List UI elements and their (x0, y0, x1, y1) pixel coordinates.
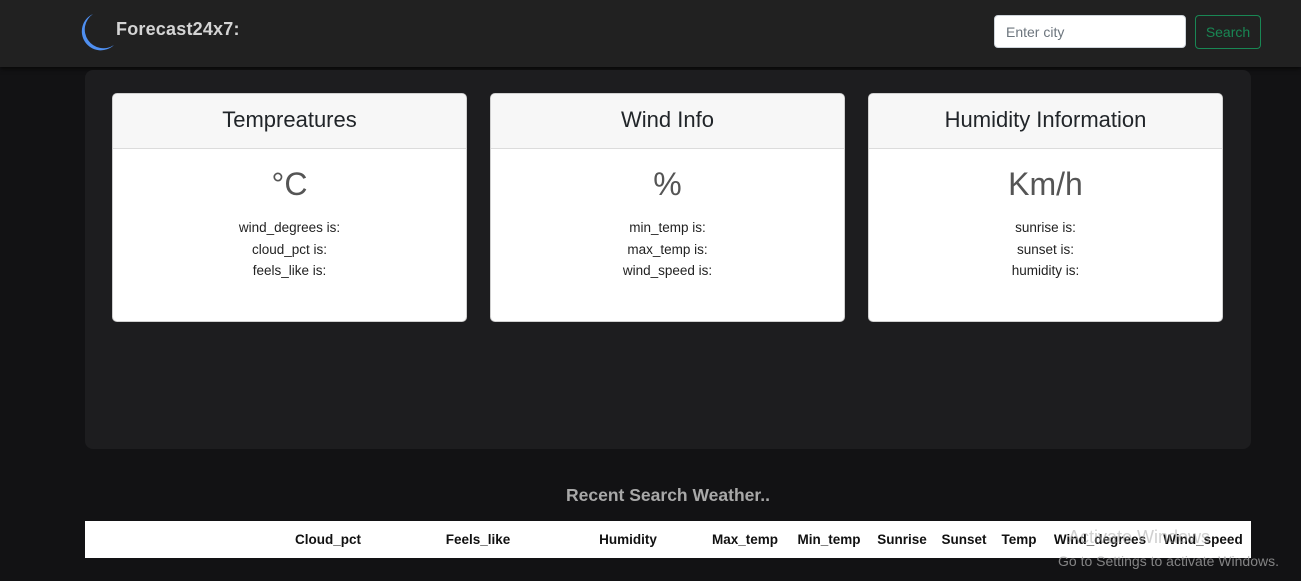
card-title: Humidity Information (869, 94, 1222, 149)
column-header-humidity: Humidity (599, 532, 657, 547)
card-line: wind_speed is: (622, 263, 713, 278)
card-line: min_temp is: (629, 220, 706, 235)
column-header-cloud-pct: Cloud_pct (295, 532, 361, 547)
card-line: humidity is: (1011, 263, 1080, 278)
column-header-max-temp: Max_temp (711, 532, 779, 547)
card-title: Wind Info (491, 94, 844, 149)
card-title: Tempreatures (113, 94, 466, 149)
column-header-min-temp: Min_temp (797, 532, 861, 547)
temperatures-card: Tempreatures °C wind_degrees is: cloud_p… (112, 93, 467, 322)
column-header-temp: Temp (1001, 532, 1037, 547)
card-line: max_temp is: (627, 241, 708, 257)
card-line: cloud_pct is: (251, 241, 328, 257)
humidity-info-card: Humidity Information Km/h sunrise is: su… (868, 93, 1223, 322)
column-header-feels-like: Feels_like (445, 532, 511, 547)
recent-search-heading: Recent Search Weather.. (566, 485, 770, 505)
city-search-input[interactable] (994, 15, 1186, 48)
column-header-sunset: Sunset (941, 532, 987, 547)
card-line: sunrise is: (1015, 220, 1076, 235)
card-unit: °C (271, 166, 308, 202)
top-navbar: Forecast24x7: Search (0, 0, 1301, 67)
search-button[interactable]: Search (1195, 15, 1261, 49)
card-line: sunset is: (1016, 241, 1075, 257)
brand-name[interactable]: Forecast24x7: (116, 19, 240, 40)
card-unit: Km/h (1008, 166, 1083, 202)
card-unit: % (653, 166, 682, 202)
weather-panel: Tempreatures °C wind_degrees is: cloud_p… (85, 70, 1251, 449)
column-header-sunrise: Sunrise (877, 532, 927, 547)
crescent-moon-icon[interactable] (76, 12, 116, 52)
activate-windows-hint: Go to Settings to activate Windows. (1058, 553, 1279, 569)
activate-windows-watermark: Activate Windows (1068, 527, 1211, 547)
wind-info-card: Wind Info % min_temp is: max_temp is: wi… (490, 93, 845, 322)
card-line: feels_like is: (252, 263, 327, 278)
card-line: wind_degrees is: (238, 220, 341, 235)
